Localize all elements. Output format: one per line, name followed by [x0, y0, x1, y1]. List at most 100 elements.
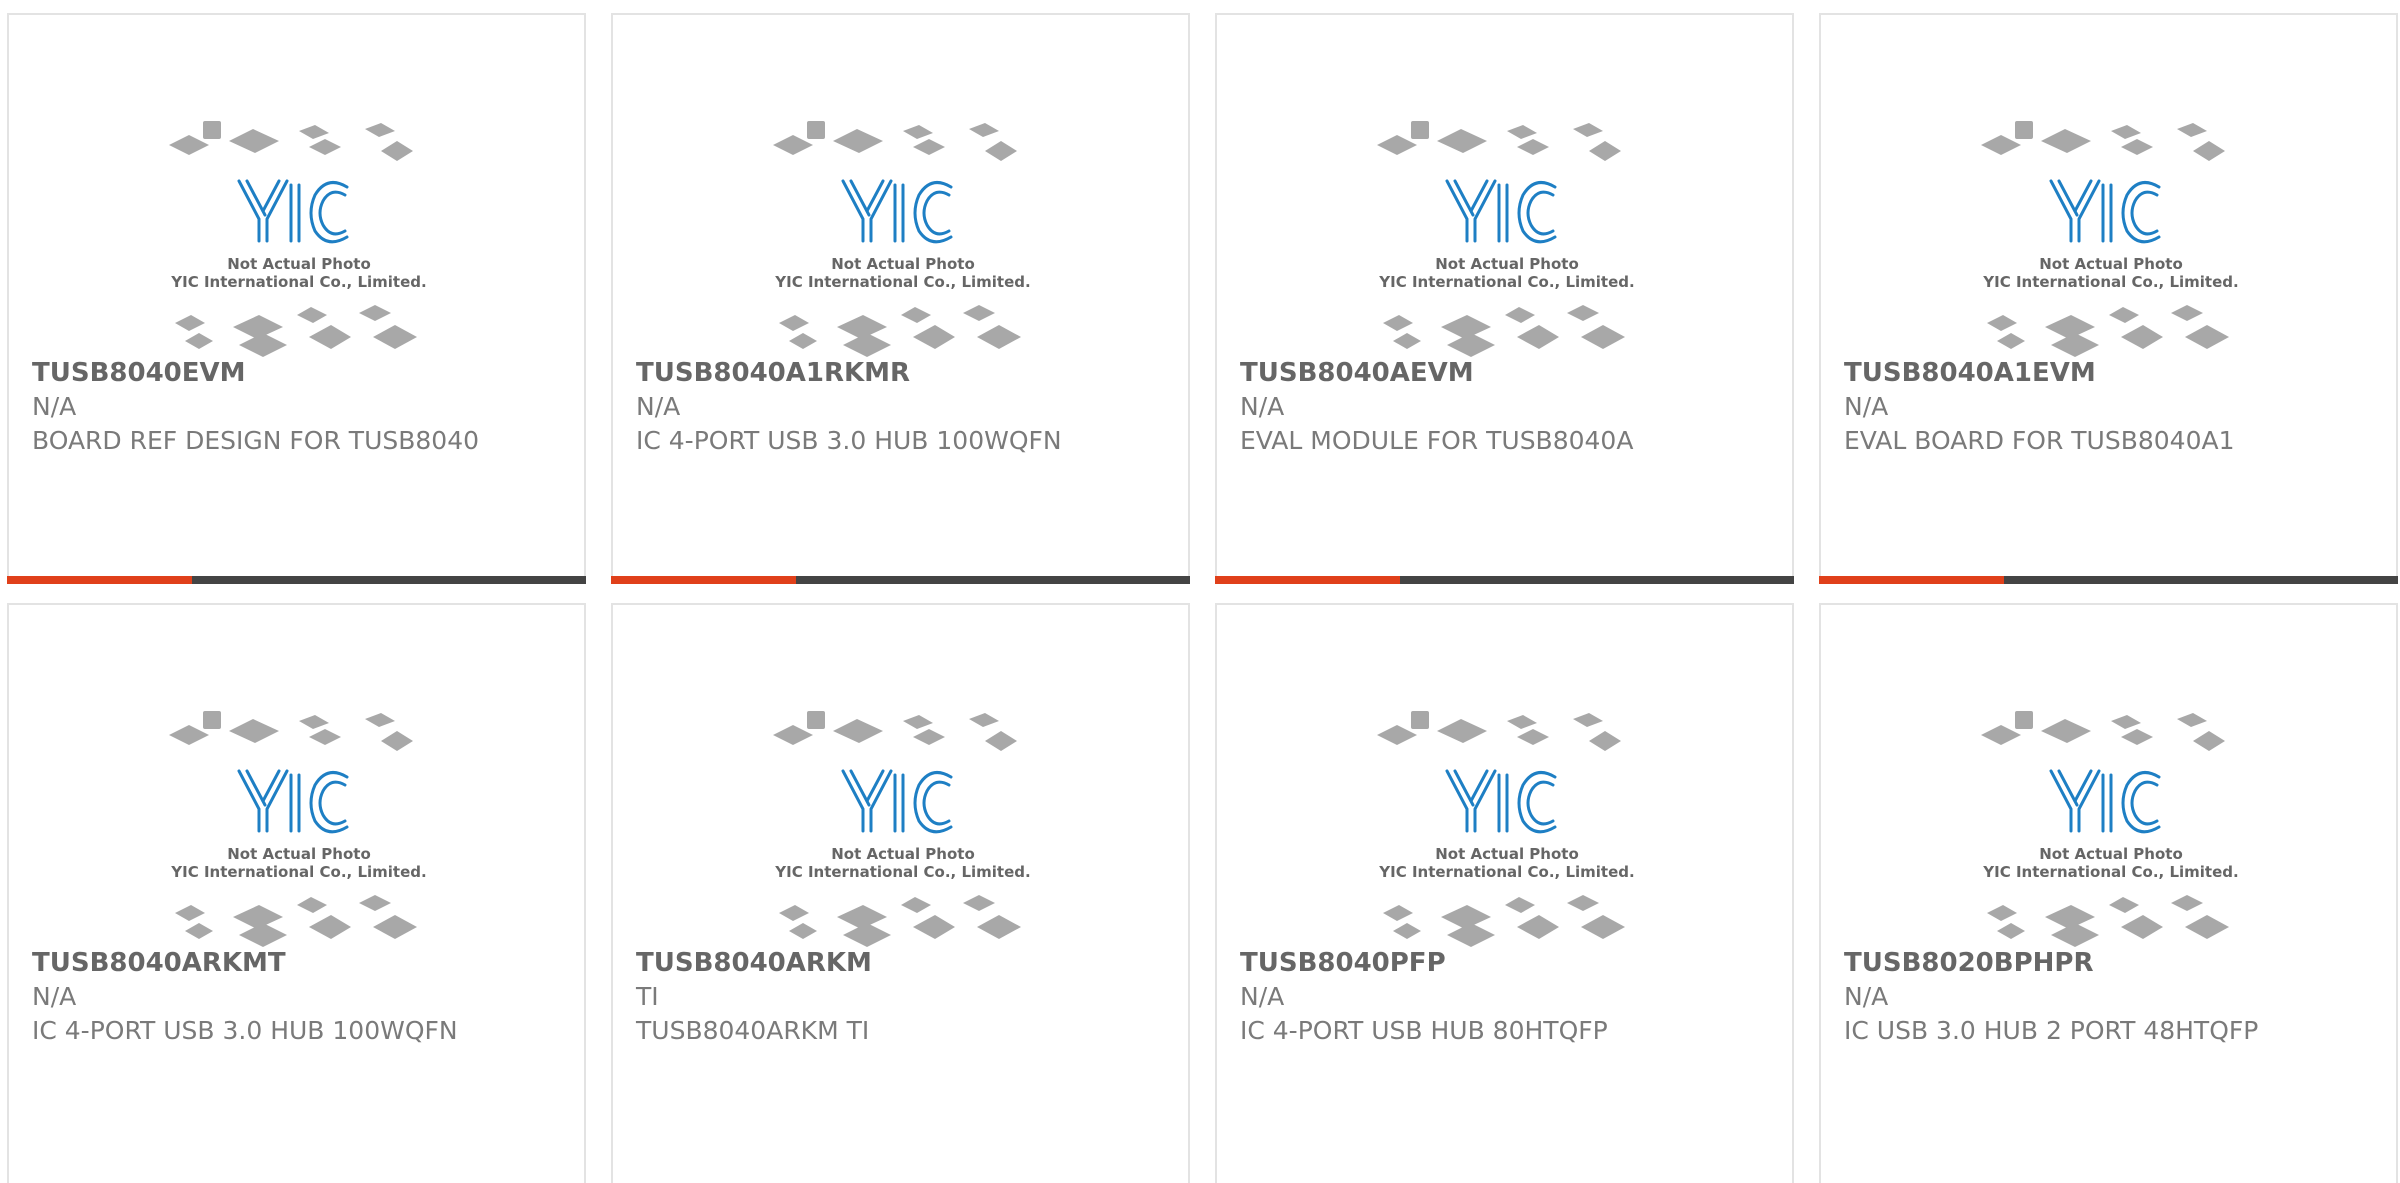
- chip-icons-top: [169, 711, 413, 751]
- chip-icons-top: [169, 121, 413, 161]
- placeholder-line2: YIC International Co., Limited.: [1378, 273, 1634, 291]
- manufacturer: N/A: [1240, 982, 1285, 1011]
- product-card[interactable]: Not Actual Photo YIC International Co., L…: [7, 13, 586, 584]
- logo-mark: [1445, 769, 1557, 834]
- product-description: IC 4-PORT USB HUB 80HTQFP: [1240, 1016, 1608, 1045]
- part-number[interactable]: TUSB8040PFP: [1240, 946, 1760, 980]
- product-card-link[interactable]: Not Actual Photo YIC International Co., L…: [1819, 15, 2398, 584]
- product-card[interactable]: Not Actual Photo YIC International Co., L…: [611, 603, 1190, 1183]
- card-bottom-bar: [7, 576, 586, 584]
- chip-icons-bottom: [175, 305, 417, 357]
- product-card-link[interactable]: Not Actual Photo YIC International Co., L…: [1215, 15, 1794, 584]
- part-number[interactable]: TUSB8040ARKM: [636, 946, 1156, 980]
- product-info: TUSB8040A1EVM N/A EVAL BOARD FOR TUSB804…: [1844, 356, 2364, 458]
- manufacturer: N/A: [32, 982, 77, 1011]
- product-card-link[interactable]: Not Actual Photo YIC International Co., L…: [611, 15, 1190, 584]
- product-info: TUSB8040A1RKMR N/A IC 4-PORT USB 3.0 HUB…: [636, 356, 1156, 458]
- placeholder-line1: Not Actual Photo: [831, 845, 975, 863]
- placeholder-line2: YIC International Co., Limited.: [1378, 863, 1634, 881]
- product-description: BOARD REF DESIGN FOR TUSB8040: [32, 426, 480, 455]
- product-card[interactable]: Not Actual Photo YIC International Co., L…: [1215, 13, 1794, 584]
- part-number[interactable]: TUSB8040AEVM: [1240, 356, 1760, 390]
- chip-icons-top: [1377, 711, 1621, 751]
- product-image[interactable]: Not Actual Photo YIC International Co., L…: [1971, 101, 2251, 359]
- product-card-link[interactable]: Not Actual Photo YIC International Co., L…: [613, 605, 1188, 1183]
- part-number[interactable]: TUSB8040EVM: [32, 356, 552, 390]
- chip-icons-bottom: [1987, 895, 2229, 947]
- logo-mark: [841, 179, 953, 244]
- chip-icons-bottom: [1383, 305, 1625, 357]
- product-description: EVAL MODULE FOR TUSB8040A: [1240, 426, 1634, 455]
- manufacturer: N/A: [636, 392, 681, 421]
- manufacturer: TI: [636, 982, 659, 1011]
- placeholder-line2: YIC International Co., Limited.: [170, 273, 426, 291]
- placeholder-line1: Not Actual Photo: [227, 845, 371, 863]
- product-image[interactable]: Not Actual Photo YIC International Co., L…: [1367, 691, 1647, 949]
- product-info: TUSB8040PFP N/A IC 4-PORT USB HUB 80HTQF…: [1240, 946, 1760, 1048]
- product-card[interactable]: Not Actual Photo YIC International Co., L…: [1819, 603, 2398, 1183]
- product-card-link[interactable]: Not Actual Photo YIC International Co., L…: [1217, 605, 1792, 1183]
- chip-icons-bottom: [175, 895, 417, 947]
- logo-mark: [2049, 769, 2161, 834]
- placeholder-line2: YIC International Co., Limited.: [170, 863, 426, 881]
- product-image[interactable]: Not Actual Photo YIC International Co., L…: [763, 101, 1043, 359]
- product-card[interactable]: Not Actual Photo YIC International Co., L…: [7, 603, 586, 1183]
- placeholder-line1: Not Actual Photo: [831, 255, 975, 273]
- product-info: TUSB8020BPHPR N/A IC USB 3.0 HUB 2 PORT …: [1844, 946, 2364, 1048]
- product-card-link[interactable]: Not Actual Photo YIC International Co., L…: [9, 605, 584, 1183]
- logo-mark: [841, 769, 953, 834]
- placeholder-line2: YIC International Co., Limited.: [1982, 863, 2238, 881]
- product-card[interactable]: Not Actual Photo YIC International Co., L…: [1215, 603, 1794, 1183]
- part-number[interactable]: TUSB8040A1RKMR: [636, 356, 1156, 390]
- placeholder-line1: Not Actual Photo: [1435, 255, 1579, 273]
- card-bottom-bar: [1215, 576, 1794, 584]
- logo-mark: [237, 769, 349, 834]
- chip-icons-top: [1981, 711, 2225, 751]
- card-bar-accent: [1819, 576, 2004, 584]
- logo-mark: [1445, 179, 1557, 244]
- chip-icons-top: [1981, 121, 2225, 161]
- card-bar-accent: [7, 576, 192, 584]
- manufacturer: N/A: [1844, 392, 1889, 421]
- chip-icons-top: [773, 121, 1017, 161]
- product-image[interactable]: Not Actual Photo YIC International Co., L…: [763, 691, 1043, 949]
- part-number[interactable]: TUSB8040A1EVM: [1844, 356, 2364, 390]
- placeholder-line1: Not Actual Photo: [227, 255, 371, 273]
- chip-icons-bottom: [1383, 895, 1625, 947]
- product-card[interactable]: Not Actual Photo YIC International Co., L…: [611, 13, 1190, 584]
- logo-mark: [2049, 179, 2161, 244]
- card-bottom-bar: [611, 576, 1190, 584]
- product-info: TUSB8040ARKMT N/A IC 4-PORT USB 3.0 HUB …: [32, 946, 552, 1048]
- placeholder-line2: YIC International Co., Limited.: [1982, 273, 2238, 291]
- product-info: TUSB8040EVM N/A BOARD REF DESIGN FOR TUS…: [32, 356, 552, 458]
- product-image[interactable]: Not Actual Photo YIC International Co., L…: [159, 691, 439, 949]
- card-bottom-bar: [1819, 576, 2398, 584]
- product-card-link[interactable]: Not Actual Photo YIC International Co., L…: [7, 15, 586, 584]
- product-image[interactable]: Not Actual Photo YIC International Co., L…: [1367, 101, 1647, 359]
- product-info: TUSB8040AEVM N/A EVAL MODULE FOR TUSB804…: [1240, 356, 1760, 458]
- chip-icons-bottom: [779, 305, 1021, 357]
- manufacturer: N/A: [32, 392, 77, 421]
- card-bar-accent: [611, 576, 796, 584]
- product-description: IC 4-PORT USB 3.0 HUB 100WQFN: [636, 426, 1062, 455]
- product-card[interactable]: Not Actual Photo YIC International Co., L…: [1819, 13, 2398, 584]
- placeholder-line1: Not Actual Photo: [2039, 845, 2183, 863]
- manufacturer: N/A: [1240, 392, 1285, 421]
- chip-icons-bottom: [1987, 305, 2229, 357]
- part-number[interactable]: TUSB8020BPHPR: [1844, 946, 2364, 980]
- product-description: IC 4-PORT USB 3.0 HUB 100WQFN: [32, 1016, 458, 1045]
- product-description: EVAL BOARD FOR TUSB8040A1: [1844, 426, 2235, 455]
- product-info: TUSB8040ARKM TI TUSB8040ARKM TI: [636, 946, 1156, 1048]
- part-number[interactable]: TUSB8040ARKMT: [32, 946, 552, 980]
- placeholder-line1: Not Actual Photo: [1435, 845, 1579, 863]
- card-bar-accent: [1215, 576, 1400, 584]
- placeholder-line2: YIC International Co., Limited.: [774, 863, 1030, 881]
- product-image[interactable]: Not Actual Photo YIC International Co., L…: [159, 101, 439, 359]
- manufacturer: N/A: [1844, 982, 1889, 1011]
- chip-icons-top: [773, 711, 1017, 751]
- chip-icons-bottom: [779, 895, 1021, 947]
- placeholder-line2: YIC International Co., Limited.: [774, 273, 1030, 291]
- product-card-link[interactable]: Not Actual Photo YIC International Co., L…: [1821, 605, 2396, 1183]
- product-image[interactable]: Not Actual Photo YIC International Co., L…: [1971, 691, 2251, 949]
- product-description: IC USB 3.0 HUB 2 PORT 48HTQFP: [1844, 1016, 2259, 1045]
